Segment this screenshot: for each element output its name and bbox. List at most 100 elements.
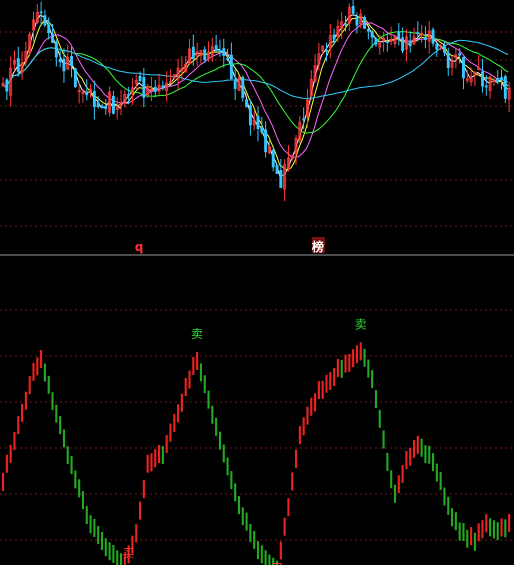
candle-body bbox=[397, 32, 401, 39]
indicator-bar bbox=[302, 417, 305, 436]
indicator-bar bbox=[412, 439, 416, 458]
indicator-bar bbox=[237, 496, 241, 515]
candle-body bbox=[43, 15, 47, 26]
indicator-bar bbox=[241, 507, 244, 526]
indicator-bar bbox=[59, 416, 62, 435]
candle-body bbox=[58, 59, 62, 63]
indicator-bar bbox=[43, 363, 46, 382]
candle-body bbox=[85, 92, 89, 96]
candle-body bbox=[229, 54, 233, 79]
indicator-bar bbox=[104, 538, 107, 557]
indicator-bar bbox=[294, 449, 298, 468]
indicator-bar bbox=[9, 444, 12, 463]
candle-body bbox=[458, 53, 462, 56]
candle-body bbox=[366, 29, 370, 32]
indicator-bar bbox=[306, 406, 309, 425]
chart-canvas: q榜 买卖买卖 bbox=[0, 0, 514, 565]
price-marker-label: q bbox=[135, 240, 144, 254]
indicator-bar bbox=[367, 359, 370, 378]
candle-body bbox=[70, 56, 74, 67]
indicator-bar bbox=[473, 532, 476, 551]
candle-body bbox=[355, 16, 359, 26]
candle-body bbox=[54, 41, 58, 58]
indicator-bar bbox=[492, 520, 495, 539]
candle-body bbox=[446, 53, 450, 68]
indicator-bar bbox=[470, 527, 473, 546]
indicator-bar bbox=[466, 529, 469, 548]
indicator-bar bbox=[291, 472, 294, 491]
indicator-bar bbox=[314, 393, 317, 412]
candle-body bbox=[431, 29, 435, 44]
indicator-bar bbox=[489, 518, 492, 537]
candle-body bbox=[332, 34, 336, 40]
candle-body bbox=[142, 77, 146, 98]
indicator-bar bbox=[78, 479, 81, 498]
indicator-bar bbox=[177, 404, 180, 423]
indicator-bar bbox=[508, 513, 511, 532]
indicator-bar bbox=[230, 471, 233, 490]
indicator-bar bbox=[428, 445, 431, 464]
indicator-bar bbox=[100, 532, 104, 551]
indicator-bar bbox=[298, 426, 301, 445]
indicator-bar bbox=[47, 375, 50, 394]
indicator-bar bbox=[2, 472, 5, 491]
candle-body bbox=[423, 37, 427, 41]
indicator-bar bbox=[28, 376, 31, 395]
candle-body bbox=[191, 46, 195, 59]
buy-signal-label: 买 bbox=[123, 546, 135, 560]
indicator-bar bbox=[416, 435, 419, 454]
candle-body bbox=[484, 85, 488, 88]
candle-body bbox=[73, 68, 77, 88]
candle-body bbox=[51, 33, 54, 43]
indicator-bar bbox=[85, 506, 88, 525]
candle-body bbox=[96, 102, 100, 108]
indicator-bar bbox=[116, 550, 119, 565]
candle-body bbox=[496, 78, 500, 83]
indicator-bar bbox=[203, 375, 206, 394]
indicator-bar bbox=[405, 451, 408, 470]
indicator-bar bbox=[447, 496, 450, 515]
candle-body bbox=[214, 45, 218, 51]
indicator-bar bbox=[66, 446, 69, 465]
indicator-bar bbox=[81, 491, 85, 510]
candle-body bbox=[325, 49, 328, 52]
indicator-bar bbox=[245, 512, 248, 531]
indicator-bar bbox=[249, 523, 252, 542]
indicator-bar bbox=[458, 522, 461, 541]
indicator-bar bbox=[36, 357, 39, 376]
indicator-bar bbox=[321, 380, 324, 399]
indicator-bar bbox=[317, 381, 320, 400]
indicator-bar bbox=[211, 405, 214, 424]
candle-body bbox=[302, 118, 306, 121]
candle-body bbox=[370, 31, 374, 38]
candle-body bbox=[248, 105, 252, 126]
indicator-bar bbox=[234, 483, 237, 502]
indicator-bar bbox=[108, 542, 111, 561]
indicator-bar bbox=[439, 472, 442, 491]
indicator-bar bbox=[352, 349, 355, 368]
indicator-bar bbox=[74, 470, 77, 489]
candle-body bbox=[226, 57, 230, 60]
indicator-bar bbox=[165, 435, 168, 454]
indicator-bar bbox=[112, 544, 115, 563]
candle-body bbox=[500, 77, 503, 81]
indicator-bar bbox=[374, 390, 378, 409]
indicator-bar bbox=[62, 429, 65, 448]
indicator-bar bbox=[462, 523, 465, 542]
indicator-bar bbox=[496, 522, 499, 541]
candle-body bbox=[481, 71, 484, 87]
indicator-bar bbox=[5, 454, 8, 473]
candle-body bbox=[385, 41, 389, 43]
candle-body bbox=[104, 105, 108, 109]
indicator-bar bbox=[215, 417, 218, 436]
indicator-bar bbox=[173, 413, 176, 432]
indicator-bar bbox=[13, 432, 16, 451]
candle-body bbox=[503, 76, 507, 99]
candle-body bbox=[39, 11, 43, 14]
indicator-bar bbox=[504, 519, 507, 538]
indicator-bar bbox=[21, 403, 24, 422]
indicator-bar bbox=[154, 449, 157, 468]
indicator-bar bbox=[264, 550, 267, 565]
candle-body bbox=[153, 86, 157, 93]
indicator-bar bbox=[397, 475, 400, 494]
